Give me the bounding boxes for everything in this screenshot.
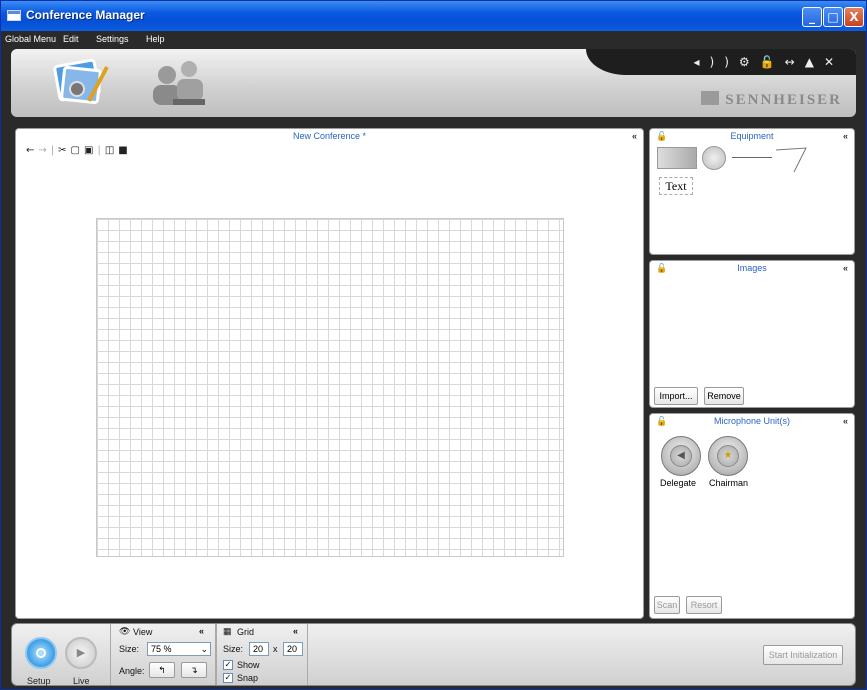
live-button[interactable]: ▶ bbox=[65, 637, 97, 669]
title-bar: Conference Manager _ □ X bbox=[1, 1, 866, 31]
grid-size-label: Size: bbox=[223, 644, 244, 654]
copy-icon[interactable]: ▢ bbox=[71, 145, 84, 156]
zoom-select[interactable]: 75 % ⌄ bbox=[147, 642, 211, 656]
volume-icon[interactable]: ◂)) bbox=[694, 55, 739, 69]
window-title: Conference Manager bbox=[26, 8, 145, 22]
resort-button[interactable]: Resort bbox=[686, 596, 722, 614]
bring-front-icon[interactable]: ◫ bbox=[105, 145, 118, 156]
images-panel: 🔓 Images « Import... Remove bbox=[649, 260, 855, 408]
remove-button[interactable]: Remove bbox=[704, 387, 744, 405]
close-icon[interactable]: ✕ bbox=[824, 55, 844, 69]
show-label: Show bbox=[237, 660, 260, 670]
minimize-button[interactable]: _ bbox=[802, 7, 822, 27]
lock-icon[interactable]: 🔓 bbox=[656, 414, 667, 428]
redo-icon[interactable]: → bbox=[38, 145, 50, 156]
menu-bar: Global Menu Edit Settings Help bbox=[1, 31, 866, 47]
chevron-down-icon: ⌄ bbox=[200, 644, 208, 654]
menu-global[interactable]: Global Menu bbox=[5, 34, 56, 44]
send-back-icon[interactable]: ■ bbox=[118, 145, 131, 156]
setup-mode-icon[interactable] bbox=[49, 55, 109, 109]
setup-button[interactable] bbox=[25, 637, 57, 669]
menu-settings[interactable]: Settings bbox=[96, 34, 129, 44]
brand-mark-icon bbox=[701, 91, 720, 105]
polygon-tool[interactable] bbox=[774, 146, 810, 174]
eject-icon[interactable]: ▲ bbox=[805, 55, 824, 69]
angle-label: Angle: bbox=[119, 666, 145, 676]
snap-grid-checkbox[interactable]: ✓ bbox=[223, 673, 233, 683]
snap-label: Snap bbox=[237, 673, 259, 683]
grid-height-input[interactable]: 20 bbox=[283, 642, 303, 656]
setup-icon bbox=[36, 648, 46, 658]
view-size-label: Size: bbox=[119, 644, 140, 654]
circle-tool[interactable] bbox=[702, 146, 726, 170]
header-icons: ◂))⚙🔓↔▲✕ bbox=[694, 55, 844, 69]
text-tool[interactable]: Text bbox=[659, 177, 693, 195]
equipment-panel: 🔓 Equipment « Text bbox=[649, 128, 855, 255]
header-banner: ◂))⚙🔓↔▲✕ SENNHEISER bbox=[11, 49, 856, 117]
panel-header: 🔓 Equipment « bbox=[650, 129, 854, 143]
import-button[interactable]: Import... bbox=[654, 387, 698, 405]
chairman-unit[interactable]: ★ bbox=[708, 436, 748, 476]
microphone-icon: ◀ bbox=[670, 445, 692, 467]
settings-icon[interactable]: ⚙ bbox=[739, 55, 760, 69]
lock-icon[interactable]: 🔓 bbox=[760, 55, 785, 69]
panel-header: 🔓 Microphone Unit(s) « bbox=[650, 414, 854, 428]
grid-icon: ▦ bbox=[223, 626, 232, 636]
grid-section: ▦ Grid « Size: 20 x 20 ✓ Show ✓ Snap bbox=[216, 624, 308, 685]
play-icon: ▶ bbox=[76, 646, 86, 659]
delegate-label: Delegate bbox=[660, 478, 697, 488]
collapse-grid-icon[interactable]: « bbox=[293, 626, 298, 636]
rotate-right-button[interactable]: ↴ bbox=[181, 662, 207, 678]
menu-edit[interactable]: Edit bbox=[63, 34, 79, 44]
live-mode-icon[interactable] bbox=[145, 57, 207, 109]
collapse-icon[interactable]: « bbox=[843, 414, 848, 428]
show-grid-checkbox[interactable]: ✓ bbox=[223, 660, 233, 670]
undo-icon[interactable]: ← bbox=[26, 145, 38, 156]
setup-label: Setup bbox=[27, 676, 51, 686]
rotate-left-button[interactable]: ↰ bbox=[149, 662, 175, 678]
canvas-toolbar: ←→|✂▢▣|◫■ bbox=[26, 145, 132, 156]
rectangle-tool[interactable] bbox=[657, 147, 697, 169]
layout-grid[interactable] bbox=[96, 218, 564, 557]
bottom-control-bar: ▶ Setup Live 👁 View « Size: 75 % ⌄ Angle:… bbox=[11, 623, 856, 686]
paste-icon[interactable]: ▣ bbox=[84, 145, 97, 156]
collapse-icon[interactable]: « bbox=[843, 129, 848, 143]
lock-icon[interactable]: 🔓 bbox=[656, 261, 667, 275]
grid-x-label: x bbox=[273, 644, 278, 654]
eye-icon: 👁 bbox=[119, 626, 131, 636]
conference-canvas-panel: New Conference * « ←→|✂▢▣|◫■ bbox=[15, 128, 644, 619]
maximize-button[interactable]: □ bbox=[823, 7, 843, 27]
grid-title: Grid bbox=[237, 627, 255, 637]
chairman-label: Chairman bbox=[709, 478, 749, 488]
brand-logo: SENNHEISER bbox=[701, 91, 842, 109]
grid-width-input[interactable]: 20 bbox=[249, 642, 269, 656]
cut-icon[interactable]: ✂ bbox=[58, 145, 70, 156]
panel-header: 🔓 Images « bbox=[650, 261, 854, 275]
collapse-icon[interactable]: « bbox=[632, 129, 637, 143]
start-initialization-button[interactable]: Start Initialization bbox=[763, 645, 843, 665]
panel-title: Microphone Unit(s) bbox=[713, 416, 791, 426]
delegate-unit[interactable]: ◀ bbox=[661, 436, 701, 476]
app-window: Conference Manager _ □ X Global Menu Edi… bbox=[0, 0, 867, 690]
collapse-view-icon[interactable]: « bbox=[199, 626, 204, 636]
collapse-icon[interactable]: « bbox=[843, 261, 848, 275]
scan-button[interactable]: Scan bbox=[654, 596, 680, 614]
view-title: View bbox=[133, 627, 153, 637]
network-icon[interactable]: ↔ bbox=[785, 55, 805, 69]
lock-icon[interactable]: 🔓 bbox=[656, 129, 667, 143]
close-button[interactable]: X bbox=[844, 7, 864, 27]
panel-title: Images bbox=[737, 263, 767, 273]
live-label: Live bbox=[73, 676, 90, 686]
panel-header: New Conference * « bbox=[16, 129, 643, 143]
view-section: 👁 View « Size: 75 % ⌄ Angle: ↰ ↴ bbox=[110, 624, 216, 685]
panel-title: New Conference * bbox=[292, 131, 367, 141]
menu-help[interactable]: Help bbox=[146, 34, 165, 44]
microphone-star-icon: ★ bbox=[717, 445, 739, 467]
panel-title: Equipment bbox=[730, 131, 774, 141]
app-icon bbox=[7, 10, 21, 21]
line-tool[interactable] bbox=[732, 157, 772, 158]
microphone-units-panel: 🔓 Microphone Unit(s) « ◀ ★ Delegate Chai… bbox=[649, 413, 855, 619]
